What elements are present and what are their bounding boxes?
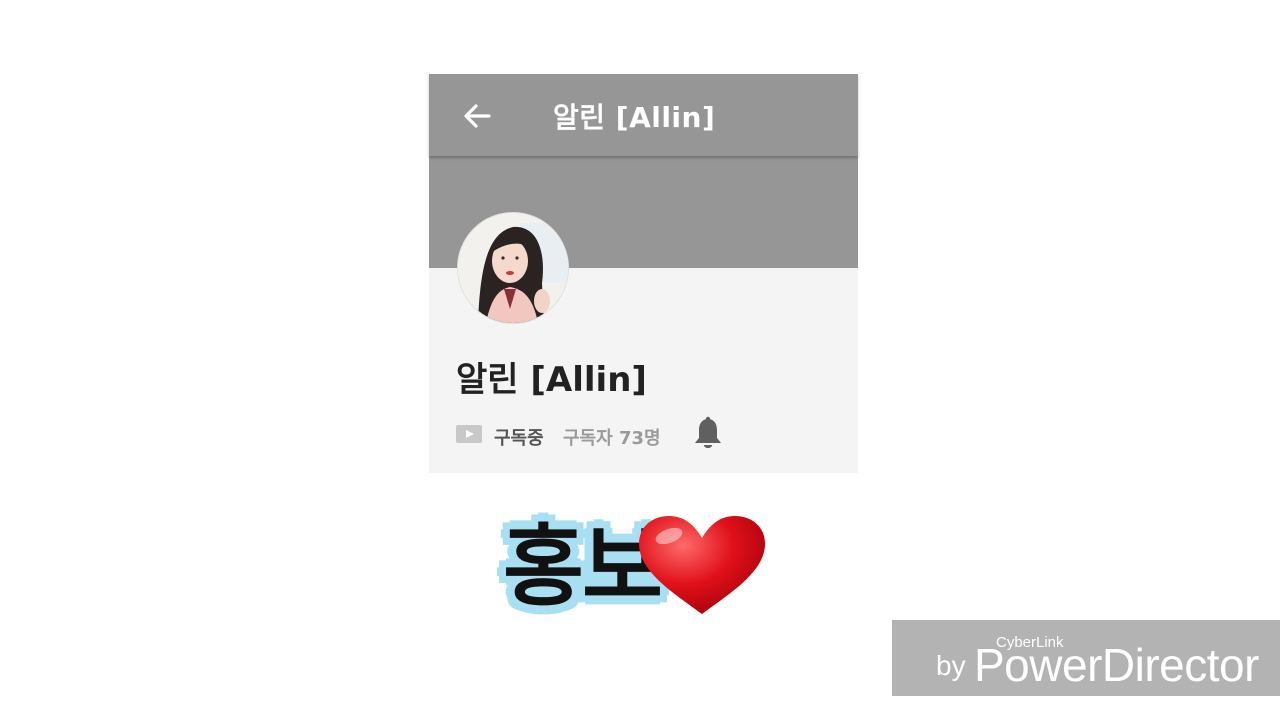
watermark-by: by [936, 650, 966, 681]
promo-sticker: 홍보 [497, 492, 777, 632]
subscription-row: 구독중 구독자 73명 [456, 414, 836, 454]
profile-photo [458, 213, 568, 323]
app-toolbar: 알린 [Allin] [429, 74, 858, 156]
arrow-left-icon [464, 104, 491, 128]
youtube-play-icon [456, 425, 482, 443]
channel-name: 알린 [Allin] [456, 360, 647, 400]
subscribed-button[interactable]: 구독중 [494, 424, 544, 450]
red-heart-icon [639, 516, 765, 614]
powerdirector-watermark: CyberLink by PowerDirector [892, 620, 1280, 696]
avatar[interactable] [457, 212, 569, 324]
subscriber-count: 구독자 73명 [563, 428, 661, 449]
channel-screen: 알린 [Allin] 알린 [Allin] 구독중 구독자 73명 [429, 74, 858, 473]
page-title: 알린 [Allin] [553, 101, 716, 134]
back-button[interactable] [457, 94, 497, 138]
bell-icon[interactable] [692, 416, 724, 452]
watermark-brand: PowerDirector [974, 639, 1259, 691]
